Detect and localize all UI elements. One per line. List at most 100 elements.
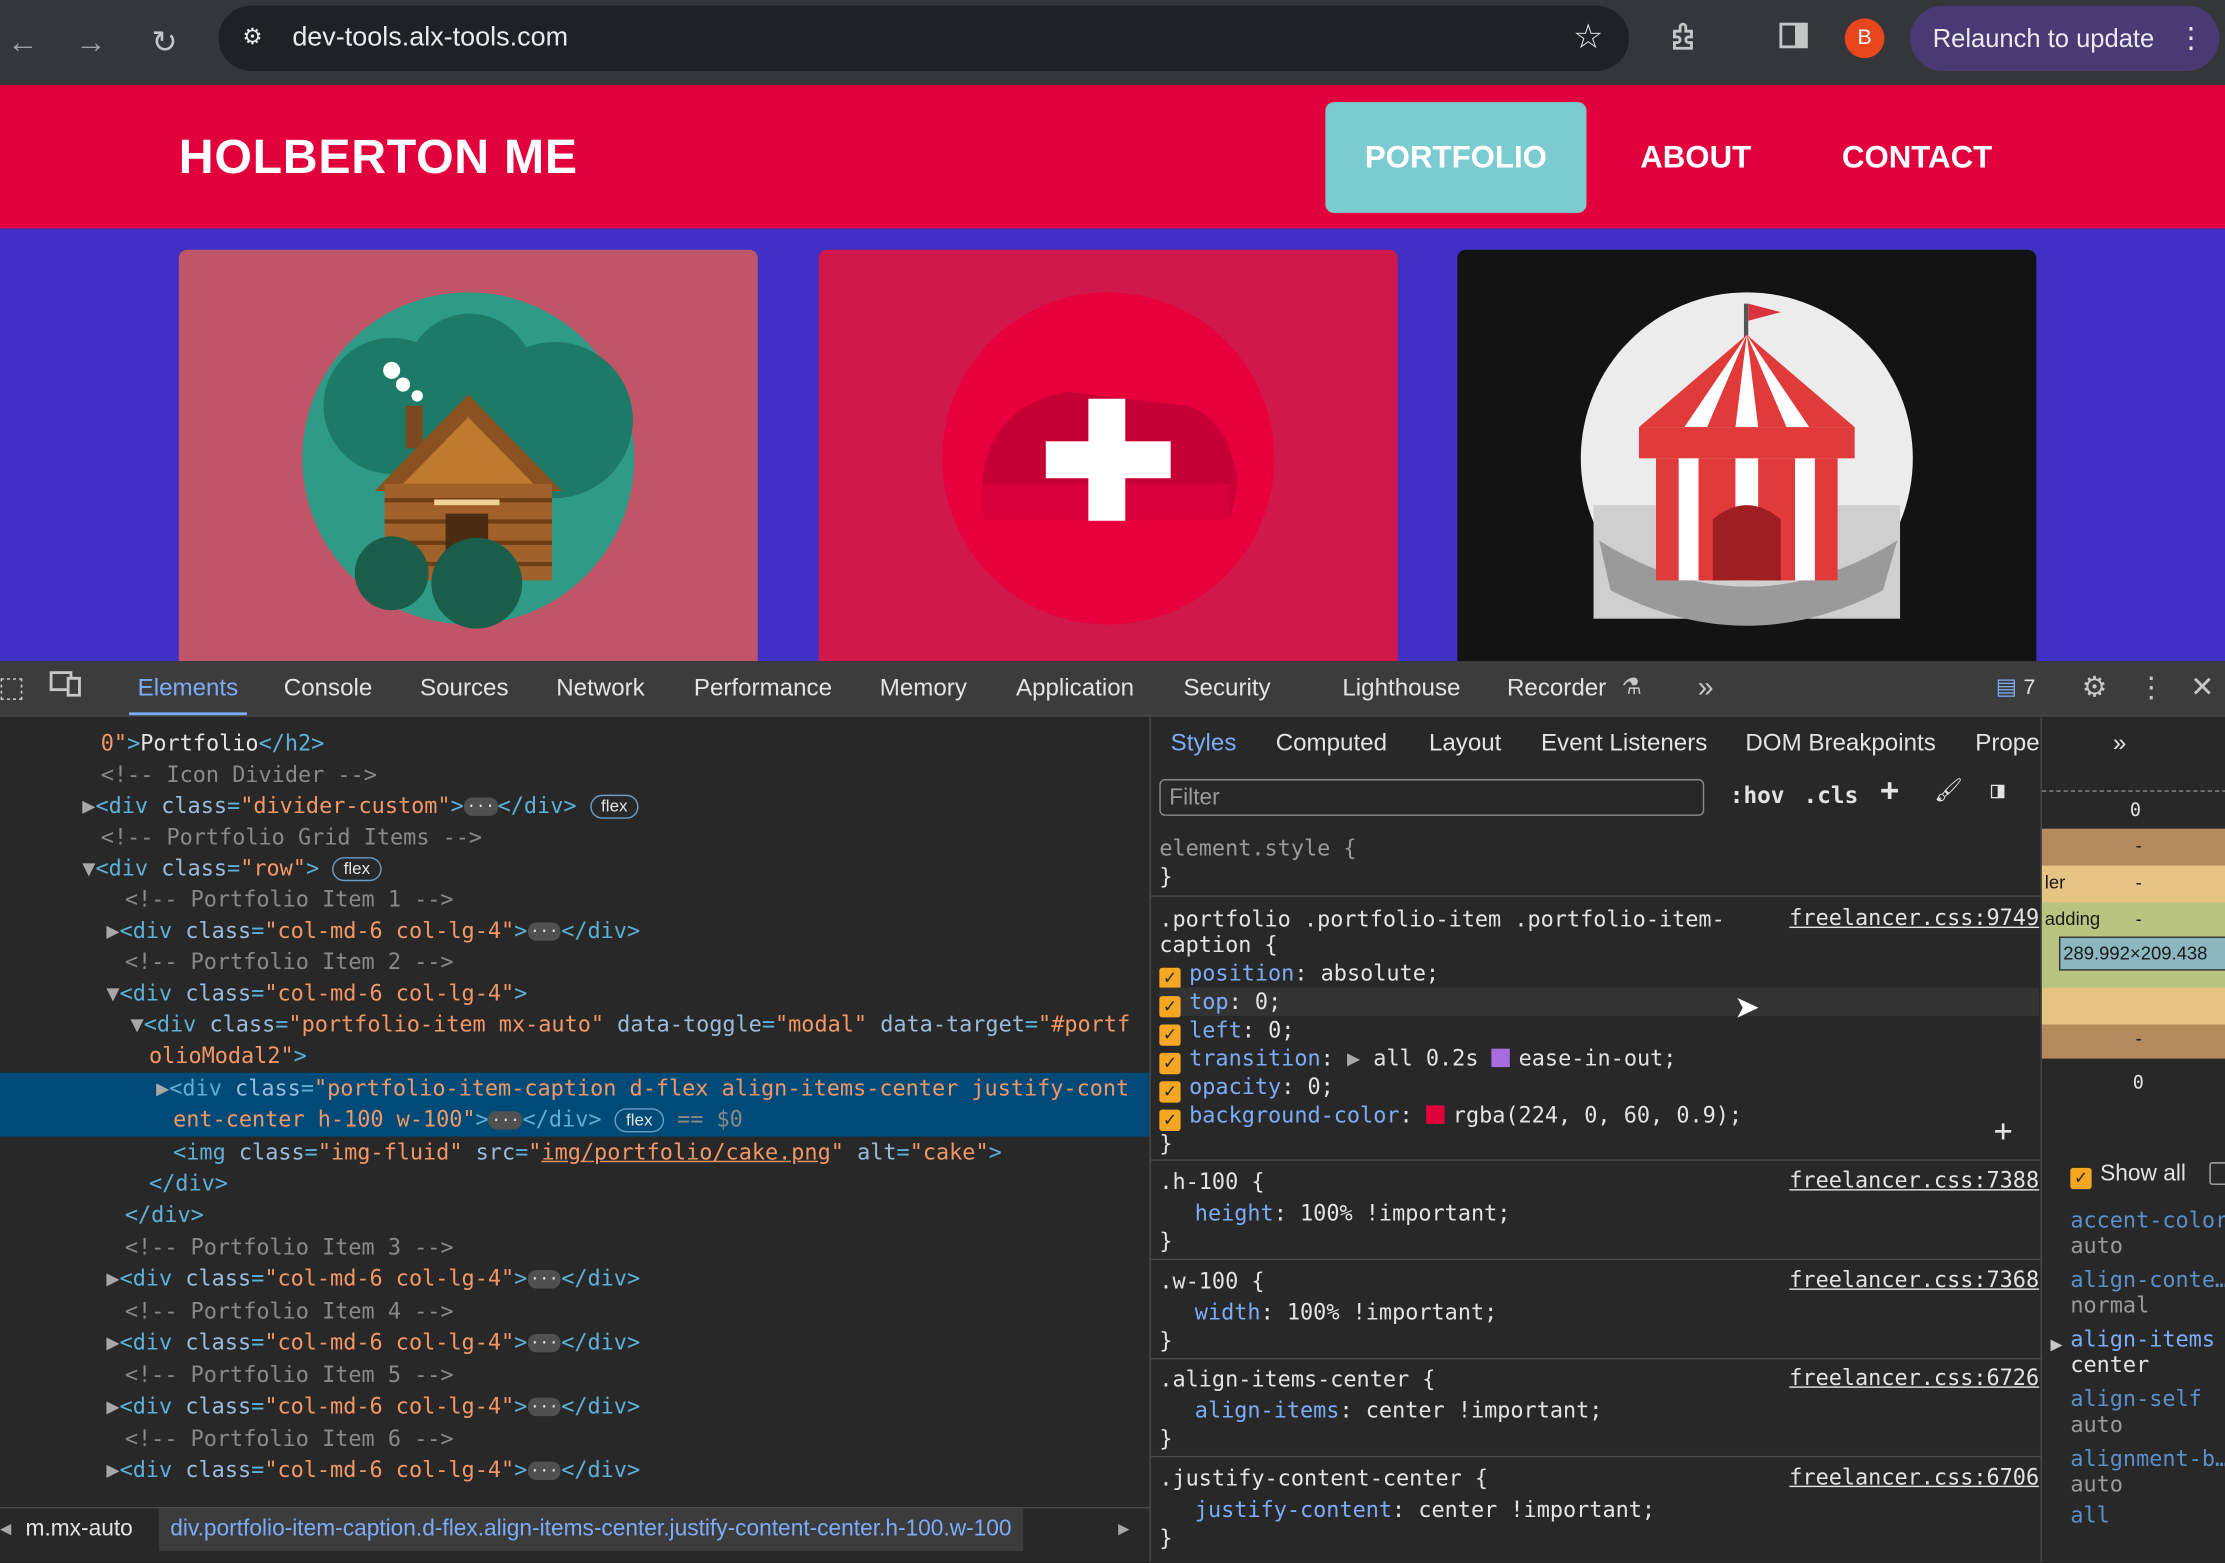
dom-node-col[interactable]: ▶<div class="col-md-6 col-lg-4"> ··· </div… <box>0 915 1149 946</box>
tab-console[interactable]: Console <box>284 661 373 715</box>
issues-count[interactable]: 7 <box>2024 661 2036 715</box>
computed-prop-name[interactable]: accent-color <box>2070 1208 2225 1234</box>
show-all-toggle[interactable]: ✓ Show all <box>2070 1162 2186 1190</box>
dom-close-tag[interactable]: </div> <box>0 1168 1149 1199</box>
more-sidebar-tabs-chevron-icon[interactable]: » <box>2113 717 2126 771</box>
img-src-link[interactable]: img/portfolio/cake.png <box>541 1139 830 1165</box>
more-menu-icon[interactable]: ⋮ <box>2177 6 2205 71</box>
add-property-plus-icon[interactable]: + <box>1994 1114 2013 1149</box>
side-panel-icon[interactable] <box>1771 20 1816 61</box>
dom-comment[interactable]: <!-- Portfolio Item 2 --> <box>0 946 1149 977</box>
dom-comment[interactable]: <!-- Portfolio Item 4 --> <box>0 1296 1149 1327</box>
rule1-prop-top[interactable]: ✓ top: 0; <box>1159 987 2040 1018</box>
more-tabs-chevron-icon[interactable]: » <box>1686 668 1726 708</box>
paint-brush-icon[interactable]: 🖌 <box>1934 776 1963 803</box>
rule1-prop-transition[interactable]: ✓ transition: ▶ all 0.2s ease-in-out; <box>1159 1044 2039 1075</box>
forward-arrow-icon[interactable]: → <box>68 20 113 65</box>
dom-node-row[interactable]: ▼<div class="row"> flex <box>0 853 1149 884</box>
checkbox-checked-icon[interactable]: ✓ <box>1159 1081 1181 1103</box>
dom-node-col[interactable]: ▶<div class="col-md-6 col-lg-4"> ··· </div… <box>0 1391 1149 1422</box>
rule2-source-link[interactable]: freelancer.css:7388 <box>1789 1168 2039 1194</box>
rule1-prop-background-color[interactable]: ✓ background-color: rgba(224, 0, 60, 0.9)… <box>1159 1101 2039 1131</box>
dom-node-col[interactable]: ▼<div class="col-md-6 col-lg-4"> <box>0 978 1149 1009</box>
inspect-element-icon[interactable]: ⬚ <box>0 668 31 708</box>
toggle-sidebar-icon[interactable]: ◨ <box>1991 776 2005 803</box>
tab-sources[interactable]: Sources <box>420 661 509 715</box>
tab-dom-breakpoints[interactable]: DOM Breakpoints <box>1745 717 1935 771</box>
url-text[interactable]: dev-tools.alx-tools.com <box>292 23 568 54</box>
rule4-source-link[interactable]: freelancer.css:6726 <box>1789 1365 2039 1391</box>
portfolio-item-cake[interactable] <box>818 249 1398 662</box>
dom-node-col[interactable]: ▶<div class="col-md-6 col-lg-4"> ··· </div… <box>0 1263 1149 1294</box>
dom-node-selected-caption[interactable]: ▶<div class="portfolio-item-caption d-fl… <box>0 1072 1150 1137</box>
dom-comment[interactable]: <!-- Portfolio Grid Items --> <box>0 822 1149 853</box>
nav-about[interactable]: ABOUT <box>1618 102 1774 213</box>
checkbox-checked-icon[interactable]: ✓ <box>1159 967 1181 990</box>
dom-comment[interactable]: <!-- Portfolio Item 3 --> <box>0 1232 1149 1263</box>
tab-recorder[interactable]: Recorder <box>1507 661 1606 715</box>
tab-event-listeners[interactable]: Event Listeners <box>1541 717 1707 771</box>
rule3-prop[interactable]: width: 100% !important; <box>1159 1298 2039 1326</box>
breadcrumb-scroll-right-icon[interactable]: ▸ <box>1118 1508 1129 1551</box>
rule3-source-link[interactable]: freelancer.css:7368 <box>1789 1267 2039 1293</box>
rule1-prop-opacity[interactable]: ✓ opacity: 0; <box>1159 1073 2039 1103</box>
tab-properties[interactable]: Properties <box>1975 717 2042 771</box>
group-checkbox[interactable] <box>2209 1162 2225 1185</box>
devtools-menu-icon[interactable]: ⋮ <box>2131 668 2171 708</box>
rule5-source-link[interactable]: freelancer.css:6706 <box>1789 1464 2039 1490</box>
back-arrow-icon[interactable]: ← <box>0 20 45 65</box>
computed-prop-name[interactable]: align-items <box>2070 1327 2215 1353</box>
dom-node-portfolio-item-cont[interactable]: olioModal2"> <box>0 1040 1149 1071</box>
element-style-selector[interactable]: element.style { <box>1159 834 2039 862</box>
close-devtools-icon[interactable]: ✕ <box>2182 668 2222 708</box>
easing-editor-icon[interactable] <box>1491 1048 1511 1068</box>
site-brand[interactable]: HOLBERTON ME <box>179 131 578 186</box>
breadcrumb-parent[interactable]: m.mx-auto <box>26 1508 133 1551</box>
tab-layout[interactable]: Layout <box>1429 717 1501 771</box>
tab-network[interactable]: Network <box>556 661 644 715</box>
margin-top-value[interactable]: 0 <box>2130 800 2141 821</box>
dom-node-col[interactable]: ▶<div class="col-md-6 col-lg-4"> ··· </div… <box>0 1327 1149 1358</box>
dom-line-heading-close[interactable]: 0">Portfolio</h2> <box>0 728 1149 759</box>
flex-badge[interactable]: flex <box>589 794 639 819</box>
class-toggle[interactable]: .cls <box>1804 782 1859 809</box>
address-bar[interactable]: ⚙ dev-tools.alx-tools.com ☆ <box>218 5 1630 71</box>
bookmark-star-icon[interactable]: ☆ <box>1573 18 1604 58</box>
dom-node-portfolio-item[interactable]: ▼<div class="portfolio-item mx-auto" dat… <box>0 1009 1149 1040</box>
rule1-source-link[interactable]: freelancer.css:9749 <box>1789 905 2039 931</box>
rule4-prop[interactable]: align-items: center !important; <box>1159 1396 2039 1424</box>
rule1-selector-cont[interactable]: caption { <box>1159 931 2039 959</box>
tab-computed[interactable]: Computed <box>1276 717 1387 771</box>
tab-application[interactable]: Application <box>1016 661 1134 715</box>
tab-performance[interactable]: Performance <box>694 661 832 715</box>
relaunch-button[interactable]: Relaunch to update ⋮ <box>1909 5 2220 71</box>
computed-prop-name[interactable]: alignment-b… <box>2070 1446 2225 1472</box>
content-size[interactable]: 289.992×209.438 <box>2058 936 2225 971</box>
computed-prop-name[interactable]: all <box>2070 1503 2109 1529</box>
checkbox-checked-icon[interactable]: ✓ <box>1159 996 1181 1018</box>
settings-gear-icon[interactable]: ⚙ <box>2075 668 2115 708</box>
margin-bottom-value[interactable]: 0 <box>2133 1073 2144 1094</box>
device-toolbar-icon[interactable] <box>45 668 85 708</box>
tab-security[interactable]: Security <box>1183 661 1270 715</box>
new-rule-plus-icon[interactable]: + <box>1880 773 1899 808</box>
rule1-prop-left[interactable]: ✓ left: 0; <box>1159 1016 2039 1046</box>
profile-avatar[interactable]: B <box>1844 18 1885 59</box>
portfolio-item-cabin[interactable] <box>178 249 758 662</box>
flex-badge[interactable]: flex <box>332 857 382 882</box>
dom-comment[interactable]: <!-- Portfolio Item 1 --> <box>0 884 1149 915</box>
hover-state-toggle[interactable]: :hov <box>1730 782 1785 809</box>
computed-prop-name[interactable]: align-conte… <box>2070 1267 2225 1293</box>
dom-close-tag[interactable]: </div> <box>0 1199 1149 1230</box>
tab-elements[interactable]: Elements <box>129 661 247 716</box>
dom-node-img[interactable]: <img class="img-fluid" src="img/portfoli… <box>0 1137 1149 1168</box>
rule5-prop[interactable]: justify-content: center !important; <box>1159 1496 2039 1524</box>
reload-icon[interactable]: ↻ <box>142 20 187 65</box>
styles-filter-input[interactable]: Filter <box>1159 779 1705 816</box>
dom-node-divider[interactable]: ▶<div class="divider-custom"> ··· </div> f… <box>0 790 1149 821</box>
dom-comment[interactable]: <!-- Portfolio Item 5 --> <box>0 1359 1149 1390</box>
dom-node-col[interactable]: ▶<div class="col-md-6 col-lg-4"> ··· </div… <box>0 1454 1149 1485</box>
expand-triangle-icon[interactable]: ▶ <box>2050 1335 2062 1354</box>
nav-portfolio[interactable]: PORTFOLIO <box>1325 102 1587 213</box>
box-model-diagram[interactable]: 0 - ler - adding - 289.992×209.438 - 0 <box>2041 790 2225 1094</box>
